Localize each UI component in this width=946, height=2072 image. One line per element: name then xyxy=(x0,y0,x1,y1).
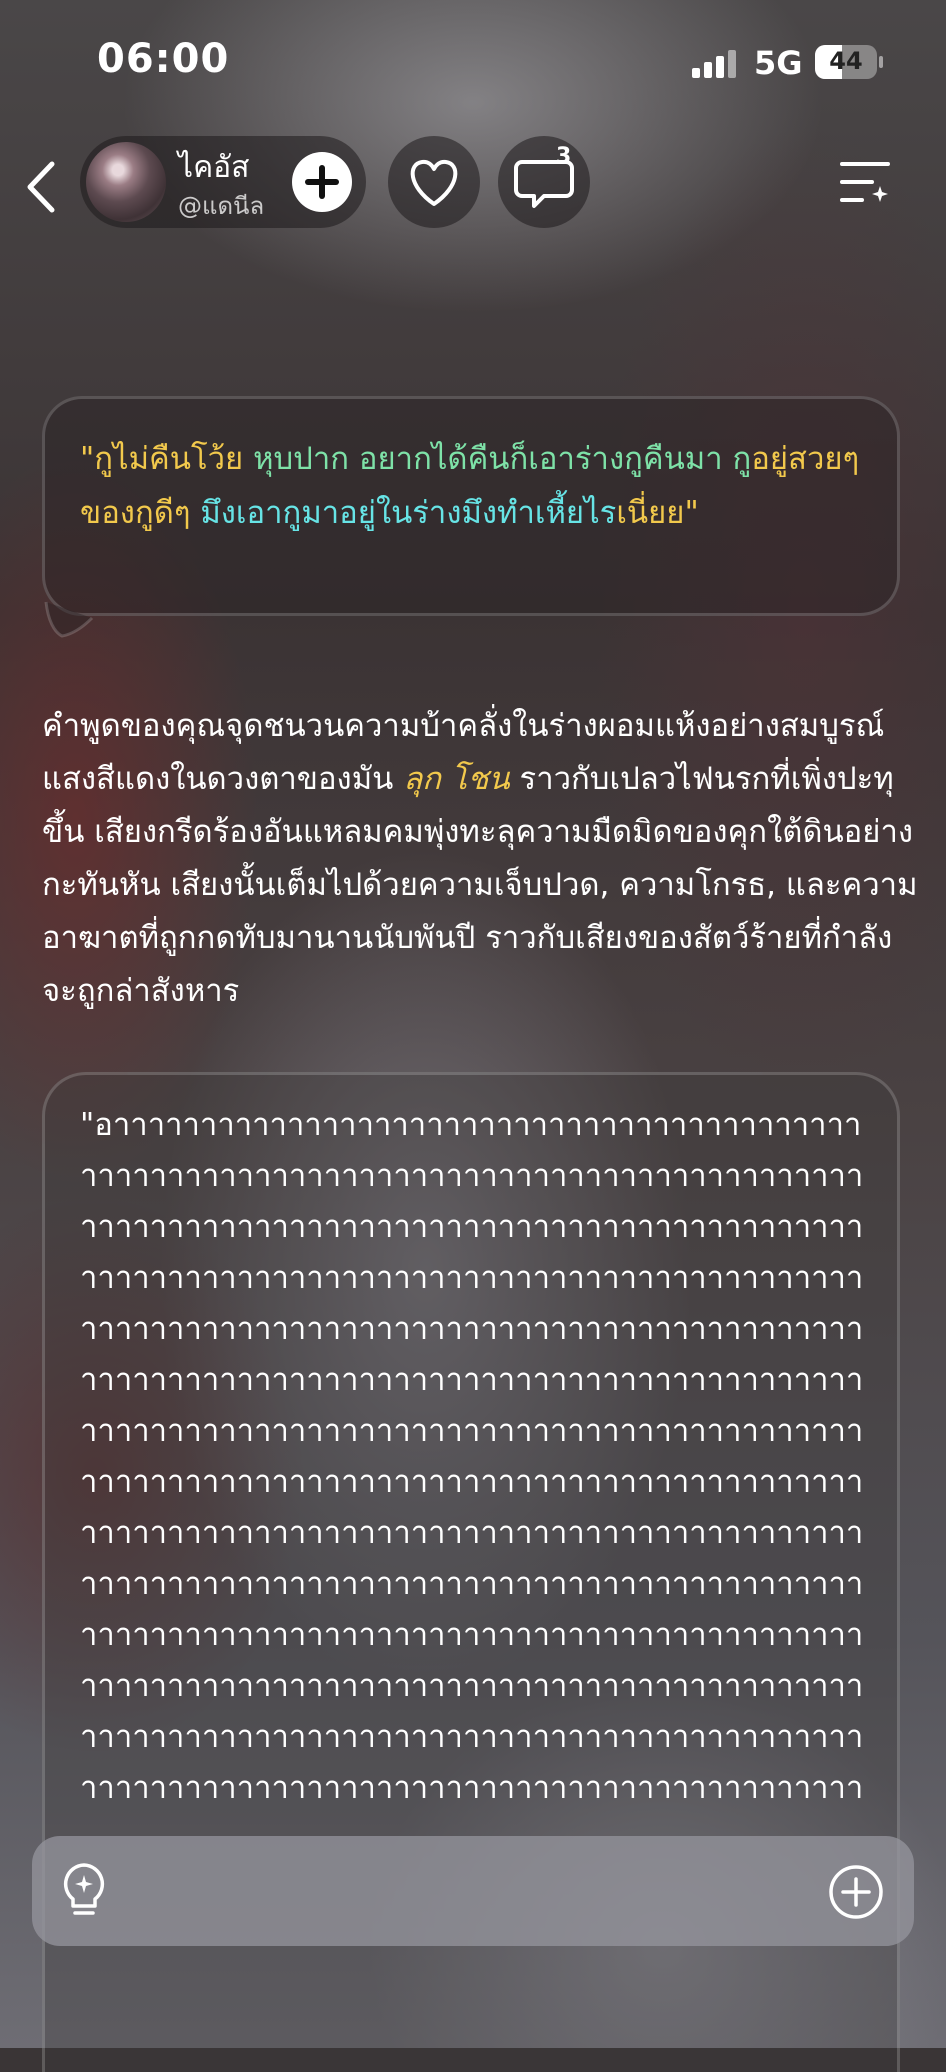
scream-text: "อาาาาาาาาาาาาาาาาาาาาาาาาาาาาาาาาาาาาาา… xyxy=(80,1107,864,1806)
message-input[interactable] xyxy=(132,1866,804,1918)
avatar[interactable] xyxy=(86,142,166,222)
status-bar: 06:00 5G 44 xyxy=(0,0,946,120)
message-input-bar xyxy=(32,1836,914,1946)
battery-level: 44 xyxy=(829,47,863,75)
bubble-tail xyxy=(44,601,94,638)
quote-segment: มึงเอากูมาอยู่ในร่างมึงทำเหี้ยไร xyxy=(200,495,617,531)
battery-tip xyxy=(879,56,883,68)
battery-icon: 44 xyxy=(815,45,877,79)
status-time: 06:00 xyxy=(97,36,230,82)
chat-header: ไคอัส @แดนีล 3 xyxy=(0,136,946,236)
quote-segment: "กูไม่คืนโว้ย xyxy=(80,441,254,477)
follow-button[interactable] xyxy=(292,152,352,212)
quote-segment: หุบปาก อยากได้คืนก็เอาร่างกูคืนมา กู xyxy=(253,441,752,477)
creator-handle: @แดนีล xyxy=(178,192,265,220)
signal-icon xyxy=(692,50,738,78)
plus-icon xyxy=(305,165,339,199)
menu-sparkle-icon xyxy=(840,162,890,202)
narration-emphasis: ลุก โชน xyxy=(403,761,510,797)
back-button[interactable] xyxy=(22,160,62,214)
chat-bubble-icon xyxy=(514,160,574,208)
character-name: ไคอัส xyxy=(178,150,250,185)
suggestion-button[interactable] xyxy=(62,1862,106,1920)
narration-after: ราวกับเปลวไฟนรกที่เพิ่งปะทุขึ้น เสียงกรี… xyxy=(42,761,918,1009)
add-button[interactable] xyxy=(828,1864,884,1920)
lightbulb-sparkle-icon xyxy=(63,1863,105,1915)
plus-circle-icon xyxy=(829,1865,883,1919)
quote-segment: เนี่ยย" xyxy=(616,495,699,531)
comment-button[interactable] xyxy=(498,136,590,228)
narration-text: คำพูดของคุณจุดชนวนความบ้าคลั่งในร่างผอมแ… xyxy=(42,700,922,1018)
character-profile[interactable]: ไคอัส @แดนีล xyxy=(80,136,366,228)
character-quote: "กูไม่คืนโว้ย หุบปาก อยากได้คืนก็เอาร่าง… xyxy=(80,432,880,540)
comment-count-badge: 3 xyxy=(556,144,572,169)
network-label: 5G xyxy=(754,44,803,82)
menu-button[interactable] xyxy=(838,158,892,208)
chevron-left-icon xyxy=(27,161,55,213)
heart-icon xyxy=(410,159,458,206)
like-button[interactable] xyxy=(388,136,480,228)
